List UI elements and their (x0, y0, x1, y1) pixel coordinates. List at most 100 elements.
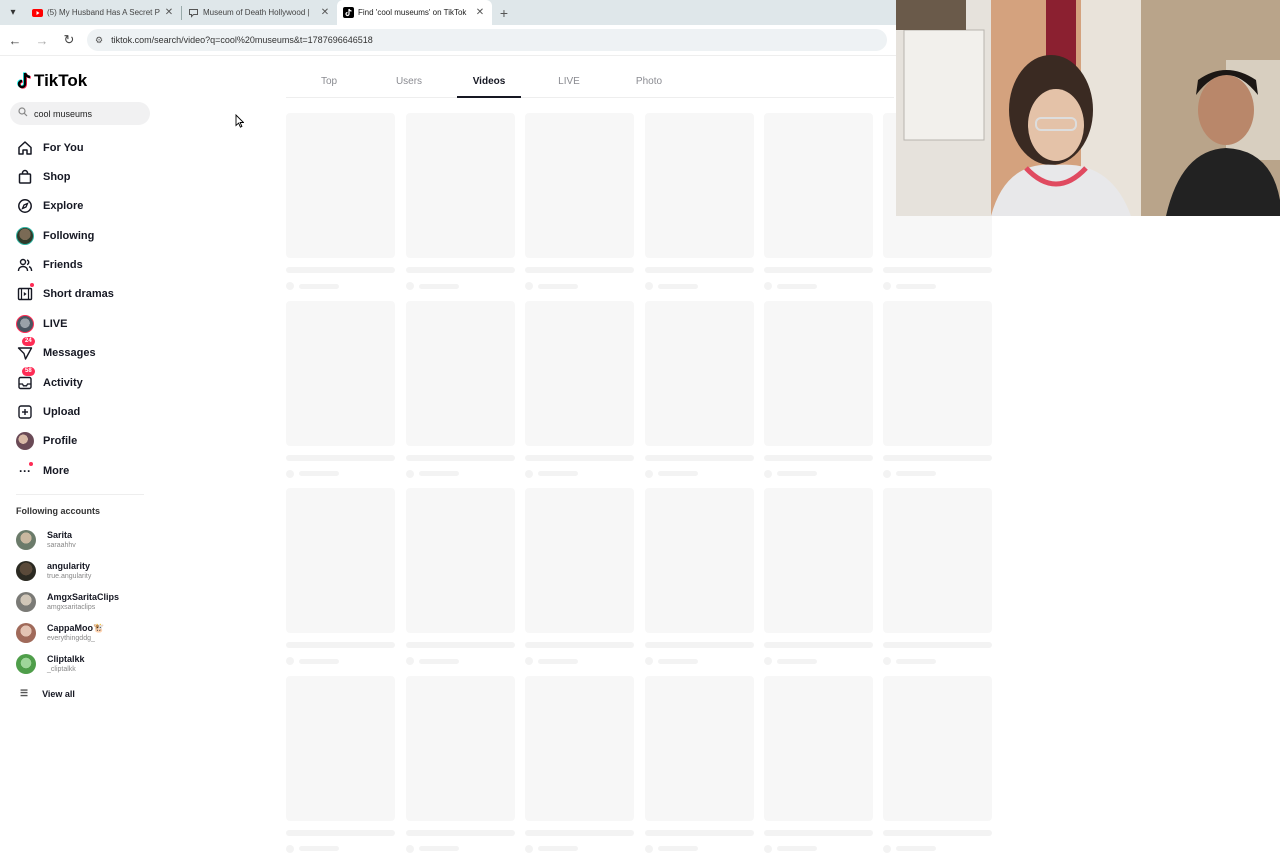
tiktok-logo[interactable]: TikTok (16, 71, 87, 91)
tab-videos[interactable]: Videos (457, 76, 521, 98)
sidebar-item-live[interactable]: LIVE (16, 314, 146, 334)
tab-top[interactable]: Top (316, 76, 342, 98)
caption-placeholder (286, 829, 395, 836)
sidebar-item-for-you[interactable]: For You (16, 138, 146, 158)
avatar-placeholder (525, 844, 533, 853)
caption-placeholder (525, 454, 634, 461)
video-card-placeholder (883, 675, 992, 853)
browser-tab-tiktok[interactable]: Find 'cool museums' on TikTok ✕ (337, 0, 492, 25)
following-account[interactable]: Sarita saraahhv (16, 528, 156, 552)
sidebar-item-messages[interactable]: 24 Messages (16, 337, 146, 363)
search-tabs: Top Users Videos LIVE Photo (286, 58, 894, 98)
sidebar-item-label: Explore (43, 200, 84, 212)
author-placeholder (405, 282, 515, 290)
caption-placeholder (764, 642, 873, 648)
chat-icon (188, 7, 199, 18)
caption-placeholder (883, 454, 992, 461)
avatar (16, 561, 36, 581)
tab-users[interactable]: Users (391, 76, 427, 98)
author-placeholder (644, 469, 754, 478)
browser-tab-youtube[interactable]: (5) My Husband Has A Secret P ✕ (26, 0, 181, 25)
thumbnail-placeholder (286, 675, 395, 821)
video-card-placeholder (286, 675, 395, 853)
avatar-placeholder (764, 282, 772, 290)
search-box[interactable] (10, 102, 150, 125)
author-placeholder (286, 282, 395, 290)
home-icon (16, 139, 34, 157)
view-all-button[interactable]: ☰ View all (20, 688, 75, 699)
account-username: everythingddg_ (47, 635, 95, 642)
name-placeholder (896, 471, 936, 476)
avatar-placeholder (764, 844, 772, 853)
name-placeholder (777, 658, 817, 664)
author-placeholder (405, 469, 515, 478)
caption-placeholder (764, 267, 873, 273)
author-placeholder (525, 282, 634, 290)
following-account[interactable]: angularity true.angularity (16, 559, 156, 583)
thumbnail-placeholder (764, 300, 873, 446)
avatar-placeholder (286, 469, 294, 478)
avatar-placeholder (405, 844, 414, 853)
site-settings-icon[interactable]: ⚙ (95, 35, 103, 46)
sidebar-item-label: Upload (43, 406, 81, 418)
video-card-placeholder (405, 675, 515, 853)
caption-placeholder (764, 829, 873, 836)
sidebar-item-explore[interactable]: Explore (16, 196, 146, 216)
following-avatar-icon (16, 227, 34, 245)
following-account[interactable]: Cliptalkk _cliptalkk (16, 652, 156, 676)
avatar-placeholder (525, 282, 533, 290)
close-icon[interactable]: ✕ (163, 7, 175, 18)
name-placeholder (418, 658, 459, 664)
sidebar-item-label: Profile (43, 435, 78, 447)
close-icon[interactable]: ✕ (474, 7, 486, 18)
sidebar-item-label: Friends (43, 259, 83, 271)
author-placeholder (525, 657, 634, 665)
sidebar-item-profile[interactable]: Profile (16, 431, 146, 451)
author-placeholder (883, 844, 992, 853)
avatar-placeholder (764, 657, 772, 665)
thumbnail-placeholder (405, 488, 515, 633)
sidebar-item-friends[interactable]: Friends (16, 255, 146, 275)
caption-placeholder (644, 642, 754, 648)
sidebar-item-following[interactable]: Following (16, 226, 146, 246)
name-placeholder (777, 471, 817, 476)
tab-photo[interactable]: Photo (631, 76, 667, 98)
author-placeholder (405, 844, 515, 853)
following-account[interactable]: AmgxSaritaClips amgxsaritaclips (16, 590, 156, 614)
new-tab-plus-icon[interactable]: + (492, 5, 516, 21)
thumbnail-placeholder (764, 488, 873, 633)
browser-tab-museum[interactable]: Museum of Death Hollywood | ✕ (182, 0, 337, 25)
avatar (16, 623, 36, 643)
close-icon[interactable]: ✕ (319, 7, 331, 18)
sidebar-item-short-dramas[interactable]: Short dramas (16, 283, 146, 304)
following-accounts-title: Following accounts (16, 506, 101, 516)
thumbnail-placeholder (644, 113, 754, 258)
sidebar-item-more[interactable]: ··· More (16, 461, 146, 481)
sidebar-item-upload[interactable]: Upload (16, 402, 146, 422)
sidebar-item-activity[interactable]: 58 Activity (16, 367, 146, 393)
messages-badge: 24 (22, 337, 35, 346)
inbox-icon: 58 (16, 367, 35, 392)
sidebar-item-label: Messages (43, 347, 96, 359)
video-card-placeholder (644, 488, 754, 665)
tab-search-chevron-icon[interactable]: ▾ (0, 0, 26, 25)
back-arrow-icon[interactable]: ← (3, 28, 27, 52)
sidebar-item-shop[interactable]: Shop (16, 167, 146, 187)
author-placeholder (286, 657, 395, 665)
author-placeholder (764, 469, 873, 478)
address-bar[interactable]: ⚙ tiktok.com/search/video?q=cool%20museu… (87, 29, 887, 51)
sidebar-divider (16, 494, 144, 495)
author-placeholder (883, 282, 992, 290)
tab-title: Museum of Death Hollywood | (203, 8, 310, 17)
forward-arrow-icon[interactable]: → (30, 28, 54, 52)
reload-icon[interactable]: ↻ (57, 28, 81, 52)
caption-placeholder (883, 267, 992, 273)
search-input[interactable] (34, 108, 134, 119)
name-placeholder (299, 471, 339, 476)
sidebar-item-label: LIVE (43, 318, 68, 330)
tab-live[interactable]: LIVE (553, 76, 585, 98)
video-card-placeholder (644, 300, 754, 478)
avatar-placeholder (405, 469, 414, 478)
logo-text: TikTok (34, 71, 88, 90)
following-account[interactable]: CappaMoo🐮 everythingddg_ (16, 621, 156, 645)
